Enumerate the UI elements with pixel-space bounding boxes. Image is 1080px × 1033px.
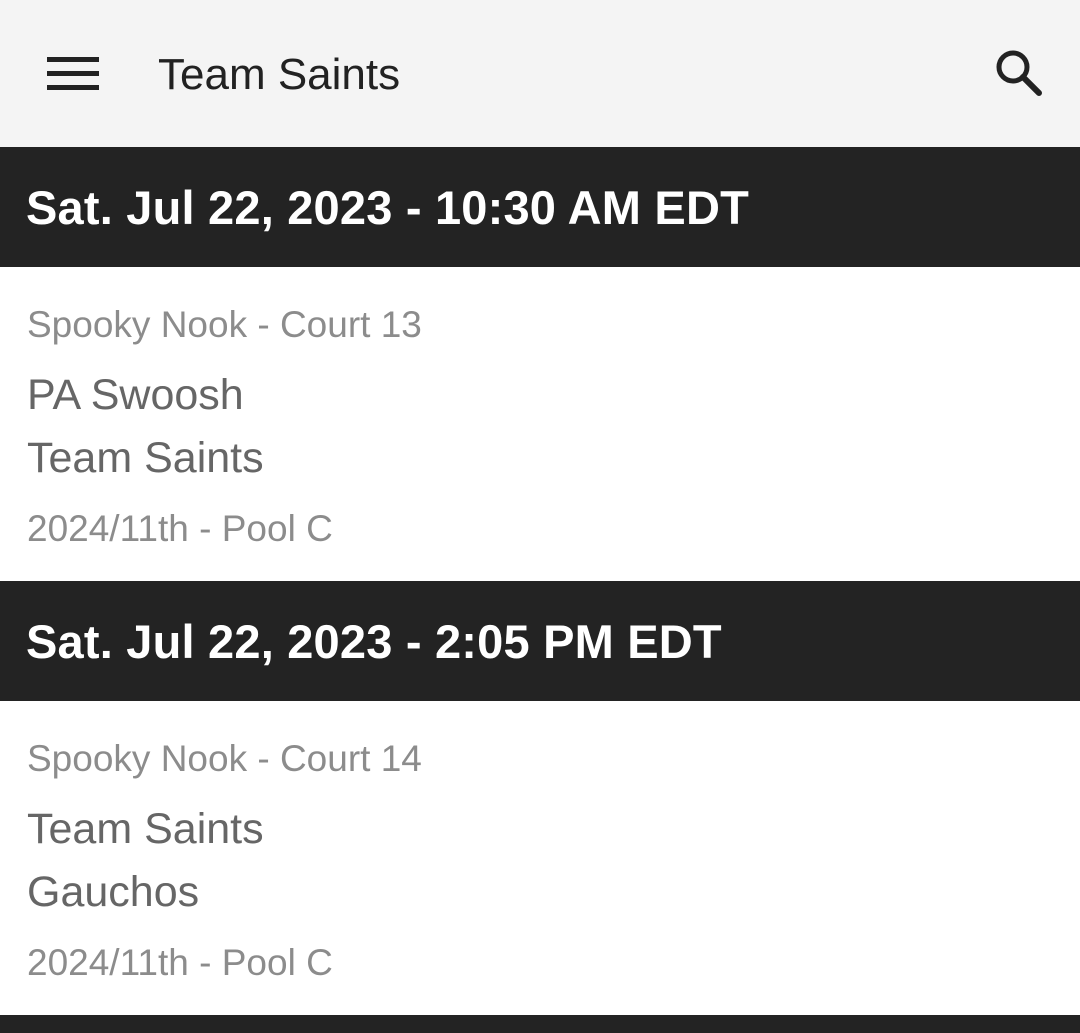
game-datetime-header: Sat. Jul 22, 2023 - 10:30 AM EDT — [0, 147, 1080, 267]
game-venue: Spooky Nook - Court 14 — [27, 738, 422, 779]
game-pool: 2024/11th - Pool C — [27, 508, 333, 549]
app-root: Team Saints Sat. Jul 22, 2023 - 10:30 AM… — [0, 0, 1080, 1033]
game-datetime-header: Sat. Jul 22, 2023 - 2:05 PM EDT — [0, 581, 1080, 701]
game-team-2: Team Saints — [27, 434, 264, 482]
game-card[interactable]: Spooky Nook - Court 14 Team Saints Gauch… — [0, 701, 1080, 1015]
game-team-2: Gauchos — [27, 868, 200, 916]
page-title: Team Saints — [158, 50, 401, 99]
menu-button[interactable] — [40, 44, 106, 104]
game-team-1: PA Swoosh — [27, 371, 244, 419]
game-card[interactable]: Spooky Nook - Court 13 PA Swoosh Team Sa… — [0, 267, 1080, 581]
search-button[interactable] — [988, 42, 1050, 104]
game-datetime: Sat. Jul 22, 2023 - 10:30 AM EDT — [26, 180, 750, 234]
next-game-header-partial — [0, 1015, 1080, 1033]
game-datetime: Sat. Jul 22, 2023 - 2:05 PM EDT — [26, 614, 722, 668]
hamburger-menu-icon — [47, 57, 99, 90]
app-bar: Team Saints — [0, 0, 1080, 147]
game-pool: 2024/11th - Pool C — [27, 942, 333, 983]
game-team-1: Team Saints — [27, 805, 264, 853]
game-venue: Spooky Nook - Court 13 — [27, 304, 422, 345]
search-icon — [996, 50, 1042, 96]
